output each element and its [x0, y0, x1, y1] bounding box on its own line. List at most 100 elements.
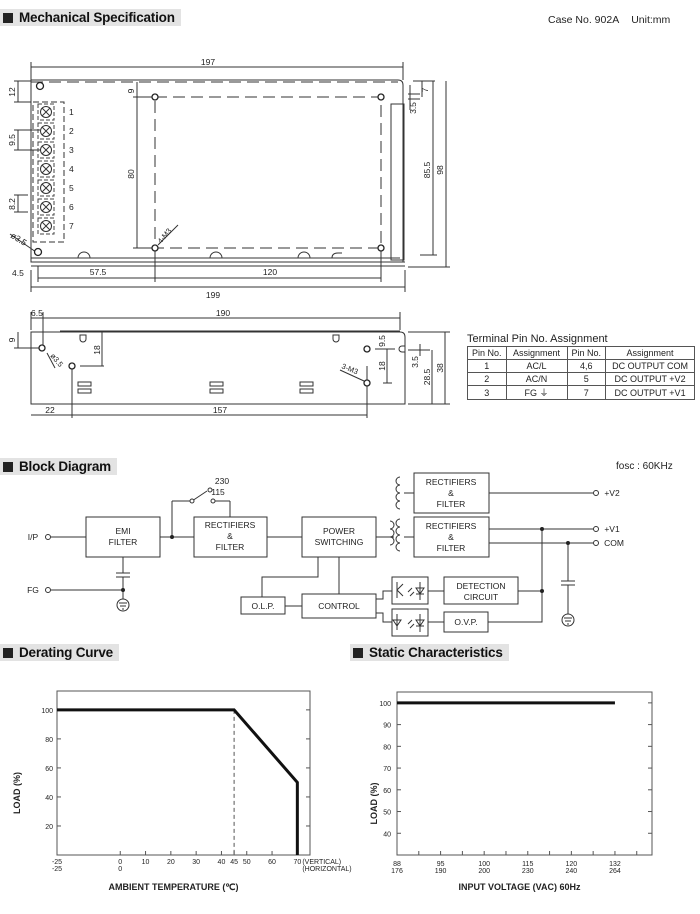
- x-tick-label: 45: [230, 859, 238, 866]
- dim-38: 38: [435, 363, 445, 373]
- y-tick-label: 60: [383, 788, 391, 795]
- ovp-label: O.V.P.: [454, 617, 477, 627]
- terminal-screws: [37, 103, 55, 235]
- terminal-fg: [45, 587, 51, 593]
- cell: DC OUTPUT +V2: [605, 372, 696, 386]
- terminal-com: [593, 540, 599, 546]
- voltage-selector-switch[interactable]: [191, 490, 208, 502]
- ground-screw: [35, 81, 45, 91]
- detection-label: CIRCUIT: [464, 592, 498, 602]
- x-tick-label-secondary: 264: [609, 868, 621, 875]
- table-row: 2 AC/N 5 DC OUTPUT +V2: [467, 372, 696, 386]
- col-header: Pin No.: [566, 346, 607, 360]
- dim-7: 7: [420, 87, 430, 92]
- rect-in-label: &: [227, 531, 233, 541]
- screw-note: 4-M3: [156, 226, 174, 245]
- dim-18-left: 18: [92, 345, 102, 355]
- pin-table-title: Terminal Pin No. Assignment: [467, 333, 608, 345]
- rect-v1-label: FILTER: [437, 543, 466, 553]
- derating-chart: 20 40 60 80 100 -25 0 10 20 30 40 45 50 60 70 -25 0 (VERT…: [12, 690, 352, 892]
- pin-number: 2: [69, 126, 74, 136]
- x-tick-label: 95: [437, 861, 445, 868]
- x-tick-label-horizontal: 0: [118, 866, 122, 873]
- label-230: 230: [215, 476, 229, 486]
- pin-assignment-table: Pin No. Assignment Pin No. Assignment 1 …: [467, 346, 696, 400]
- cell: 3: [467, 385, 507, 400]
- x-axis-label: AMBIENT TEMPERATURE (℃): [109, 882, 239, 892]
- x-tick-label: 50: [243, 859, 251, 866]
- static-chart: 4050607080901008817695190100200115230120…: [369, 691, 653, 892]
- rect-v2-label: &: [448, 488, 454, 498]
- x-tick-label-secondary: 240: [566, 868, 578, 875]
- mount-hole: [377, 93, 385, 101]
- label-115: 115: [211, 487, 225, 497]
- dim-dia-3-5-side: ø3.5: [48, 352, 65, 369]
- pin-number: 3: [69, 145, 74, 155]
- x-tick-label: 100: [478, 861, 490, 868]
- transformer-coil: [395, 476, 401, 510]
- y-tick-label: 80: [45, 737, 53, 744]
- y-tick-label: 50: [383, 810, 391, 817]
- dim-18-right: 18: [377, 361, 387, 371]
- rect-v2-label: RECTIFIERS: [426, 477, 477, 487]
- control-label: CONTROL: [318, 601, 360, 611]
- side-hole: [363, 345, 371, 353]
- mounting-outline: [154, 96, 382, 249]
- y-tick-label: 40: [383, 831, 391, 838]
- x-tick-label: 60: [268, 859, 276, 866]
- x-tick-label: 10: [142, 859, 150, 866]
- x-tick-label-secondary: 176: [391, 868, 403, 875]
- mounting-holes: [33, 81, 385, 257]
- x-tick-label-horizontal: -25: [52, 866, 62, 873]
- dim-199: 199: [206, 290, 220, 300]
- y-tick-label: 90: [383, 723, 391, 730]
- top-view-labels: 197 199 4.5 57.5 120 12 9.5 8.2 9 80 85.…: [7, 57, 445, 300]
- table-header-row: Pin No. Assignment Pin No. Assignment: [467, 346, 696, 360]
- dim-80: 80: [126, 169, 136, 179]
- y-tick-label: 100: [379, 701, 391, 708]
- x-tick-label: 0: [118, 859, 122, 866]
- y-tick-label: 60: [45, 766, 53, 773]
- x-tick-label: -25: [52, 859, 62, 866]
- table-row: 1 AC/L 4,6 DC OUTPUT COM: [467, 359, 696, 373]
- y-axis-label: LOAD (%): [12, 772, 22, 814]
- side-slot: [398, 345, 405, 353]
- side-hole: [68, 362, 76, 370]
- dim-157: 157: [213, 405, 227, 415]
- cell: 1: [467, 359, 507, 373]
- rect-v2-label: FILTER: [437, 499, 466, 509]
- cell: DC OUTPUT +V1: [605, 385, 696, 400]
- x-tick-label: 115: [522, 861, 533, 868]
- label-v2: +V2: [604, 488, 620, 498]
- x-tick-label: 40: [218, 859, 226, 866]
- table-row: 3 FG ⏚ 7 DC OUTPUT +V1: [467, 385, 696, 400]
- emi-label: FILTER: [109, 537, 138, 547]
- cell: DC OUTPUT COM: [605, 359, 696, 373]
- dim-9-5-side: 9.5: [377, 335, 387, 347]
- cell: 4,6: [566, 359, 607, 373]
- dim-57-5: 57.5: [90, 267, 107, 277]
- col-header: Assignment: [505, 346, 568, 360]
- x-suffix-horizontal: (HORIZONTAL): [302, 866, 351, 873]
- dim-197: 197: [201, 57, 215, 67]
- cell: FG ⏚: [505, 385, 568, 400]
- block-diagram: [51, 472, 593, 637]
- olp-label: O.L.P.: [252, 601, 275, 611]
- terminal-ip: [45, 534, 51, 540]
- x-axis-label: INPUT VOLTAGE (VAC) 60Hz: [458, 882, 581, 892]
- x-tick-label-secondary: 230: [522, 868, 534, 875]
- dim-9-5: 9.5: [7, 134, 17, 146]
- dim-12: 12: [7, 87, 17, 97]
- cell: 2: [467, 372, 507, 386]
- rect-in-label: FILTER: [216, 542, 245, 552]
- y-tick-label: 40: [45, 795, 53, 802]
- dim-22: 22: [45, 405, 55, 415]
- dim-3-5-side: 3.5: [410, 356, 420, 368]
- pin-number: 5: [69, 183, 74, 193]
- y-tick-label: 20: [45, 824, 53, 831]
- fg-hole: [33, 247, 43, 257]
- x-suffix-vertical: (VERTICAL): [302, 859, 341, 866]
- cell: 7: [566, 385, 607, 400]
- dim-9-side: 9: [7, 337, 17, 342]
- pin-number: 4: [69, 164, 74, 174]
